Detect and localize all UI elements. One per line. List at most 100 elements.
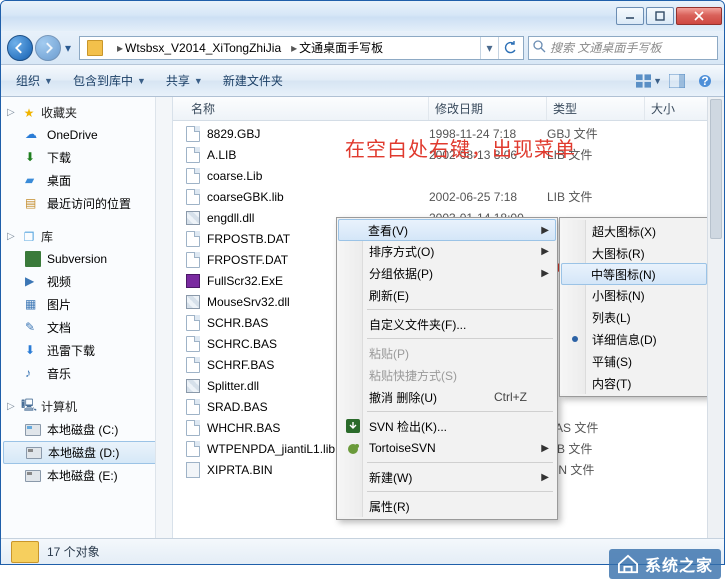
col-date[interactable]: 修改日期: [429, 97, 547, 120]
nav-history-dropdown[interactable]: ▾: [61, 35, 75, 61]
include-in-library-button[interactable]: 包含到库中▼: [64, 67, 155, 94]
menu-svn-checkout[interactable]: SVN 检出(K)...: [339, 415, 555, 437]
column-headers: 名称 修改日期 类型 大小: [173, 97, 724, 121]
watermark: 系统之家: [609, 549, 721, 579]
favorites-group[interactable]: ▷★收藏夹: [1, 101, 172, 124]
nav-drive-c[interactable]: 本地磁盘 (C:): [1, 418, 172, 441]
menu-customize-folder[interactable]: 自定义文件夹(F)...: [339, 313, 555, 335]
search-placeholder: 搜索 文通桌面手写板: [550, 39, 661, 56]
preview-pane-button[interactable]: [664, 70, 690, 92]
menu-properties[interactable]: 属性(R): [339, 495, 555, 517]
file-list-area[interactable]: 名称 修改日期 类型 大小 8829.GBJ1998-11-24 7:18GBJ…: [173, 97, 724, 538]
col-type[interactable]: 类型: [547, 97, 645, 120]
file-icon: [185, 126, 201, 142]
nav-recent[interactable]: ▤最近访问的位置: [1, 192, 172, 215]
nav-drive-e[interactable]: 本地磁盘 (E:): [1, 464, 172, 487]
close-button[interactable]: [676, 7, 722, 25]
view-mode-button[interactable]: ▼: [636, 70, 662, 92]
document-icon: ✎: [25, 320, 41, 336]
file-icon: [185, 315, 201, 331]
cloud-icon: ☁: [25, 127, 41, 143]
file-icon: [185, 231, 201, 247]
search-input[interactable]: 搜索 文通桌面手写板: [528, 36, 718, 60]
organize-button[interactable]: 组织▼: [7, 67, 62, 94]
menu-group[interactable]: 分组依据(P)▶: [339, 262, 555, 284]
file-row[interactable]: coarse.Lib: [173, 165, 724, 186]
nav-documents[interactable]: ✎文档: [1, 316, 172, 339]
house-icon: [617, 554, 639, 574]
drive-icon: [25, 470, 41, 482]
submenu-content[interactable]: 内容(T): [562, 372, 706, 394]
file-icon: [185, 189, 201, 205]
nav-drive-d[interactable]: 本地磁盘 (D:): [3, 441, 170, 464]
submenu-medium-icons[interactable]: 中等图标(N): [561, 263, 707, 285]
annotation-text: 在空白处右键，出现菜单: [345, 133, 576, 162]
breadcrumb[interactable]: ▸Wtsbsx_V2014_XiTongZhiJia ▸文通桌面手写板 ▾: [79, 36, 524, 60]
content-scrollbar[interactable]: [707, 97, 724, 538]
svn-checkout-icon: [345, 418, 361, 434]
submenu-list[interactable]: 列表(L): [562, 306, 706, 328]
file-icon: [185, 462, 201, 478]
nav-desktop[interactable]: ▰桌面: [1, 169, 172, 192]
libraries-group[interactable]: ▷❐库: [1, 225, 172, 248]
tortoise-icon: [345, 440, 361, 456]
nav-music[interactable]: ♪音乐: [1, 362, 172, 385]
menu-tortoisesvn[interactable]: TortoiseSVN▶: [339, 437, 555, 459]
submenu-extra-large-icons[interactable]: 超大图标(X): [562, 220, 706, 242]
forward-button[interactable]: [35, 35, 61, 61]
drive-icon: [25, 424, 41, 436]
nav-videos[interactable]: ▶视频: [1, 270, 172, 293]
file-name: coarse.Lib: [207, 169, 429, 183]
col-name[interactable]: 名称: [185, 97, 429, 120]
file-type: BIN 文件: [547, 461, 645, 478]
svg-text:?: ?: [701, 74, 708, 88]
help-button[interactable]: ?: [692, 70, 718, 92]
music-icon: ♪: [25, 366, 41, 382]
recent-icon: ▤: [25, 196, 41, 212]
menu-undo-delete[interactable]: 撤消 删除(U)Ctrl+Z: [339, 386, 555, 408]
file-row[interactable]: coarseGBK.lib2002-06-25 7:18LIB 文件: [173, 186, 724, 207]
submenu-small-icons[interactable]: 小图标(N): [562, 284, 706, 306]
nav-downloads[interactable]: ⬇下载: [1, 146, 172, 169]
breadcrumb-seg[interactable]: Wtsbsx_V2014_XiTongZhiJia: [125, 41, 281, 55]
nav-xunlei[interactable]: ⬇迅雷下载: [1, 339, 172, 362]
nav-pictures[interactable]: ▦图片: [1, 293, 172, 316]
breadcrumb-dropdown[interactable]: ▾: [480, 37, 498, 59]
menu-view[interactable]: 查看(V)▶: [338, 219, 556, 241]
library-icon: ❐: [21, 229, 37, 245]
file-type: LIB 文件: [547, 188, 645, 205]
bullet-icon: [572, 336, 578, 342]
menu-paste-shortcut: 粘贴快捷方式(S): [339, 364, 555, 386]
menu-sort[interactable]: 排序方式(O)▶: [339, 240, 555, 262]
maximize-button[interactable]: [646, 7, 674, 25]
refresh-button[interactable]: [498, 37, 520, 59]
file-name: coarseGBK.lib: [207, 190, 429, 204]
nav-onedrive[interactable]: ☁OneDrive: [1, 124, 172, 146]
computer-group[interactable]: ▷🖳计算机: [1, 395, 172, 418]
submenu-tiles[interactable]: 平铺(S): [562, 350, 706, 372]
drive-icon: [26, 447, 42, 459]
address-row: ▾ ▸Wtsbsx_V2014_XiTongZhiJia ▸文通桌面手写板 ▾ …: [1, 31, 724, 65]
minimize-button[interactable]: [616, 7, 644, 25]
file-icon: [185, 147, 201, 163]
context-menu: 查看(V)▶ 排序方式(O)▶ 分组依据(P)▶ 刷新(E) 自定义文件夹(F)…: [336, 217, 558, 520]
file-icon: [185, 399, 201, 415]
menu-refresh[interactable]: 刷新(E): [339, 284, 555, 306]
file-icon: [185, 336, 201, 352]
submenu-large-icons[interactable]: 大图标(R): [562, 242, 706, 264]
computer-icon: 🖳: [21, 399, 37, 415]
file-icon: [185, 378, 201, 394]
share-button[interactable]: 共享▼: [157, 67, 212, 94]
download-icon: ⬇: [25, 150, 41, 166]
back-button[interactable]: [7, 35, 33, 61]
submenu-details[interactable]: 详细信息(D): [562, 328, 706, 350]
menu-new[interactable]: 新建(W)▶: [339, 466, 555, 488]
nav-scrollbar[interactable]: [155, 97, 172, 538]
menu-paste: 粘贴(P): [339, 342, 555, 364]
new-folder-button[interactable]: 新建文件夹: [214, 67, 292, 94]
folder-icon: [87, 40, 103, 56]
context-submenu-view: 超大图标(X) 大图标(R) 中等图标(N) 小图标(N) 列表(L) 详细信息…: [559, 217, 709, 397]
star-icon: ★: [21, 105, 37, 121]
nav-subversion[interactable]: Subversion: [1, 248, 172, 270]
breadcrumb-seg[interactable]: 文通桌面手写板: [299, 39, 383, 56]
